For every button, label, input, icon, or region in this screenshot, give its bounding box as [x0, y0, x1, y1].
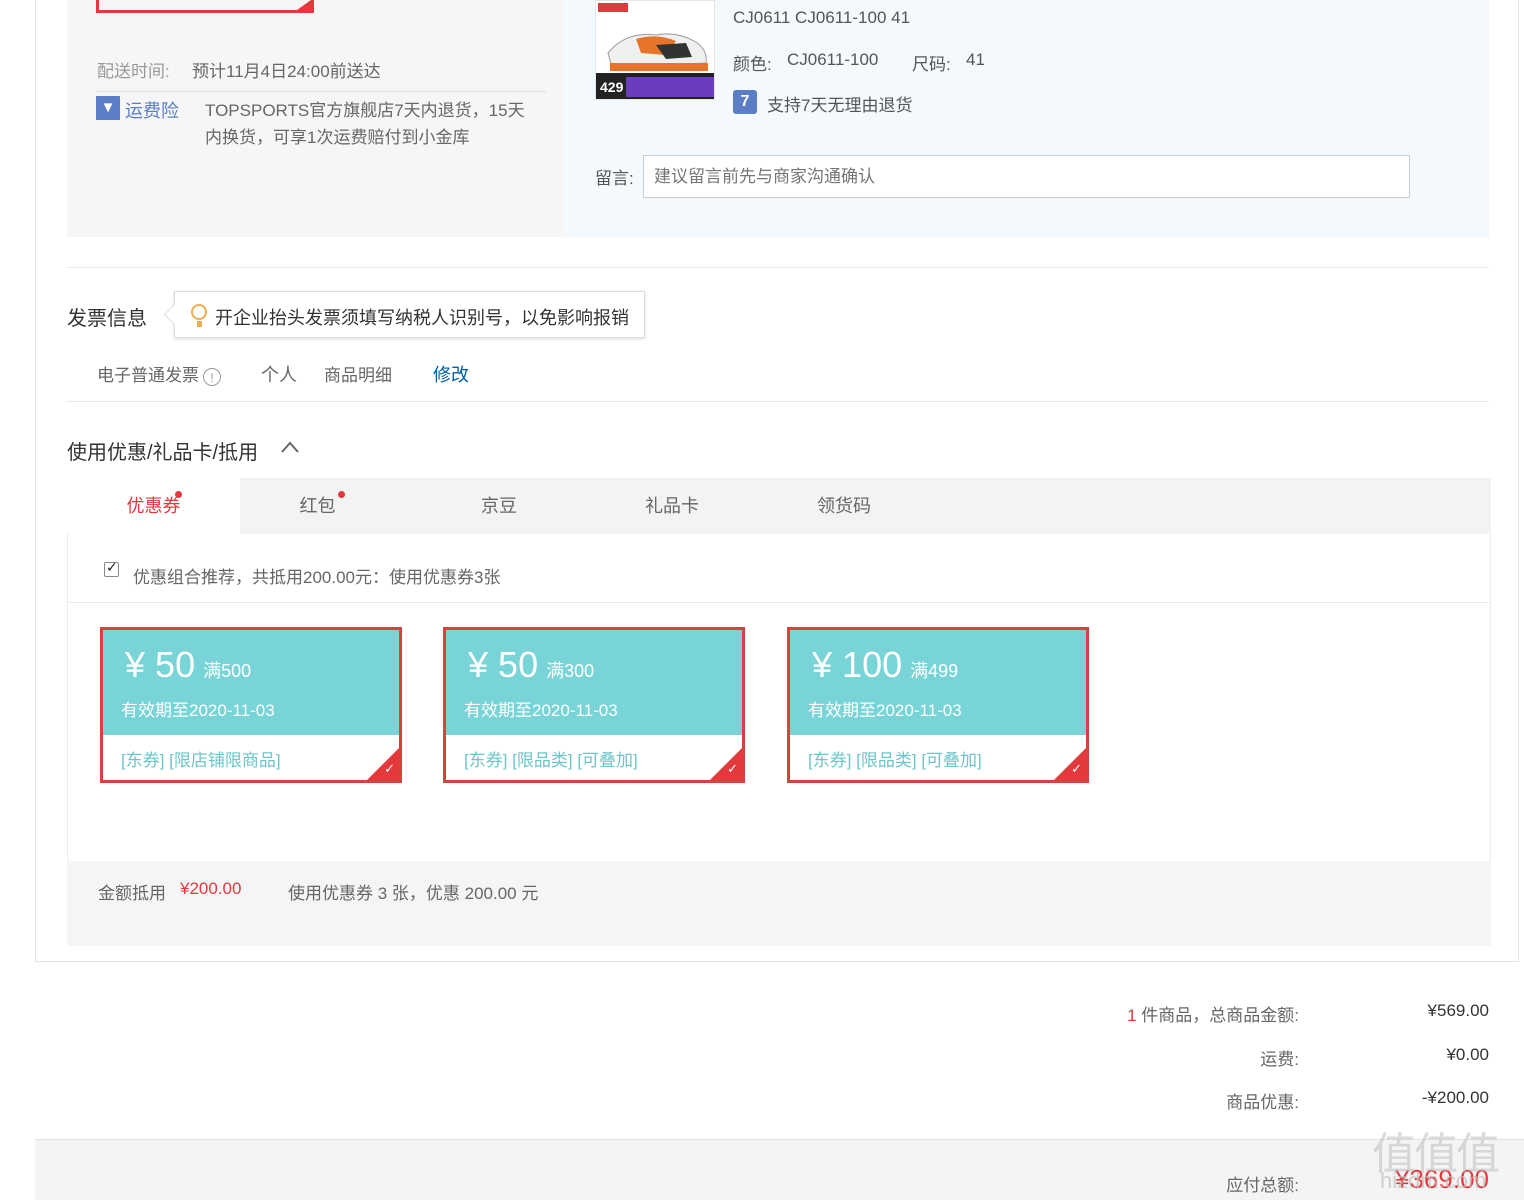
tab-coupons[interactable]: 优惠券: [67, 478, 240, 534]
invoice-type: 电子普通发票: [97, 366, 199, 385]
product-thumbnail[interactable]: 429: [595, 0, 715, 100]
divider: [96, 91, 546, 92]
coupon-currency: ¥: [125, 644, 146, 685]
info-icon[interactable]: !: [203, 367, 221, 386]
size-value: 41: [966, 50, 985, 69]
coupon-amount: 100: [842, 644, 903, 685]
summary-text: 使用优惠券 3 张，优惠 200.00 元: [288, 884, 539, 903]
recommend-checkbox[interactable]: [104, 559, 119, 577]
coupon-expiry: 有效期至2020-11-03: [464, 701, 618, 720]
recommend-text: 优惠组合推荐，共抵用200.00元：使用优惠券3张: [133, 568, 501, 587]
coupon-tags: [东券] [限品类] [可叠加]: [464, 751, 638, 770]
new-dot-icon: [338, 491, 345, 498]
shipping-label: 运费:: [1260, 1050, 1299, 1069]
insurance-text-line2: 内换货，可享1次运费赔付到小金库: [205, 128, 470, 147]
check-icon: ✓: [1071, 761, 1082, 776]
new-dot-icon: [175, 491, 182, 498]
coupon-expiry: 有效期至2020-11-03: [121, 701, 275, 720]
delivery-time-label: 配送时间:: [97, 62, 170, 81]
shield-icon: ▼: [96, 96, 120, 120]
coupon-currency: ¥: [812, 644, 833, 685]
coupon-header: ¥ 50 满300 有效期至2020-11-03: [446, 630, 742, 735]
invoice-content: 商品明细: [324, 366, 392, 385]
coupon-card[interactable]: ¥ 50 满500 有效期至2020-11-03 [东券] [限店铺限商品] ✓: [100, 627, 402, 783]
lightbulb-icon: [191, 304, 207, 327]
goods-count-suffix: 件商品，总商品金额:: [1136, 1006, 1299, 1025]
size-label: 尺码:: [912, 55, 951, 74]
color-value: CJ0611-100: [787, 50, 879, 69]
color-label: 颜色:: [733, 55, 772, 74]
memo-label: 留言:: [595, 169, 634, 188]
coupon-card[interactable]: ¥ 100 满499 有效期至2020-11-03 [东券] [限品类] [可叠加…: [787, 627, 1089, 783]
invoice-type-row: 电子普通发票!: [97, 361, 221, 386]
divider: [68, 602, 1490, 603]
coupon-amount: 50: [155, 644, 196, 685]
coupon-header: ¥ 100 满499 有效期至2020-11-03: [790, 630, 1086, 735]
discount-amount: -¥200.00: [1421, 1088, 1489, 1107]
discounts-title: 使用优惠/礼品卡/抵用: [67, 442, 259, 464]
insurance-text-line1: TOPSPORTS官方旗舰店7天内退货，15天: [205, 101, 525, 120]
tab-redeem-code[interactable]: 领货码: [789, 478, 899, 534]
freight-insurance-link[interactable]: 运费险: [125, 97, 179, 123]
product-model: CJ0611 CJ0611-100 41: [733, 8, 911, 27]
coupon-card[interactable]: ¥ 50 满300 有效期至2020-11-03 [东券] [限品类] [可叠加]…: [443, 627, 745, 783]
summary-amount: ¥200.00: [180, 879, 242, 898]
thumb-price: 429: [600, 79, 624, 95]
coupon-condition: 满500: [203, 661, 252, 681]
tab-gift-card[interactable]: 礼品卡: [617, 478, 727, 534]
coupon-tags: [东券] [限店铺限商品]: [121, 751, 281, 770]
chevron-up-icon[interactable]: [280, 440, 300, 454]
coupon-amount: 50: [498, 644, 539, 685]
watermark-site: hizdm.com: [1380, 1168, 1487, 1193]
invoice-title: 发票信息: [67, 308, 147, 330]
coupon-condition: 满300: [546, 661, 595, 681]
invoice-tip: 开企业抬头发票须填写纳税人识别号，以免影响报销: [174, 291, 645, 338]
memo-input[interactable]: [643, 155, 1410, 198]
check-icon: ✓: [727, 761, 738, 776]
check-icon: ✓: [384, 761, 395, 776]
coupon-condition: 满499: [910, 661, 959, 681]
goods-amount: ¥569.00: [1427, 1001, 1489, 1020]
coupon-tags: [东券] [限品类] [可叠加]: [808, 751, 982, 770]
coupon-header: ¥ 50 满500 有效期至2020-11-03: [103, 630, 399, 735]
divider: [67, 401, 1489, 402]
coupon-expiry: 有效期至2020-11-03: [808, 701, 962, 720]
payable-label: 应付总额:: [1226, 1176, 1299, 1195]
discount-tabs: 优惠券 红包 京豆 礼品卡 领货码: [67, 478, 1491, 534]
goods-count-row: 1 件商品，总商品金额:: [999, 1001, 1299, 1026]
delivery-time-value: 预计11月4日24:00前送达: [192, 62, 381, 81]
summary-label: 金额抵用: [98, 884, 166, 903]
check-corner-icon: [297, 0, 311, 10]
tab-red-packet[interactable]: 红包: [240, 478, 395, 534]
return-policy: 支持7天无理由退货: [767, 96, 913, 115]
seven-day-return-icon: 7: [733, 90, 757, 114]
invoice-tip-text: 开企业抬头发票须填写纳税人识别号，以免影响报销: [215, 308, 629, 328]
invoice-holder: 个人: [261, 365, 297, 385]
tab-jingdou[interactable]: 京豆: [445, 478, 553, 534]
coupon-currency: ¥: [468, 644, 489, 685]
divider: [67, 267, 1489, 268]
shipping-amount: ¥0.00: [1446, 1045, 1489, 1064]
invoice-edit-link[interactable]: 修改: [433, 361, 469, 387]
discount-label: 商品优惠:: [1226, 1093, 1299, 1112]
discount-summary: [67, 861, 1491, 946]
selected-shipping-option[interactable]: [96, 0, 314, 13]
goods-count: 1: [1127, 1006, 1137, 1025]
